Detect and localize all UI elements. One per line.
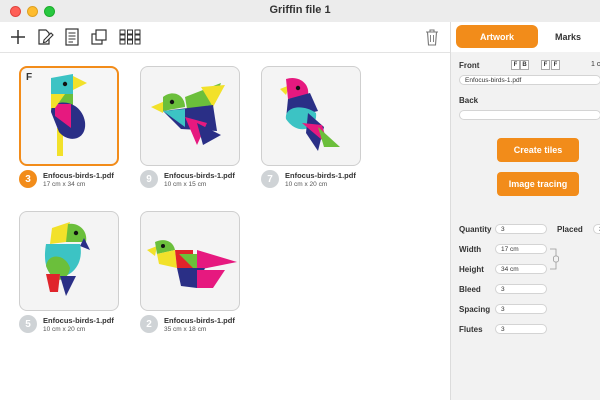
bird-artwork-image (151, 83, 225, 145)
artwork-thumbnail[interactable] (19, 211, 119, 311)
quantity-label: Quantity (459, 225, 492, 234)
quantity-badge: 2 (140, 315, 158, 333)
artwork-card[interactable]: F 3 Enfocus-birds-1.pdf 17 cm x 34 cm (19, 66, 139, 211)
artwork-card[interactable]: 7 Enfocus-birds-1.pdf 10 cm x 20 cm (261, 66, 381, 211)
artwork-size: 10 cm x 20 cm (43, 326, 86, 333)
bleed-label: Bleed (459, 285, 481, 294)
artwork-size: 10 cm x 15 cm (164, 181, 207, 188)
panel-tab-bar: Artwork Marks (451, 22, 600, 52)
artwork-size: 10 cm x 20 cm (285, 181, 328, 188)
artwork-gallery: F 3 Enfocus-birds-1.pdf 17 cm x 34 cm 9 … (0, 53, 450, 400)
flutes-field[interactable]: 3 (495, 324, 547, 334)
artwork-thumbnail[interactable] (140, 66, 240, 166)
bird-artwork-image (44, 222, 90, 296)
front-toggle-f3[interactable]: F (551, 60, 560, 70)
artwork-filename: Enfocus-birds-1.pdf (43, 171, 114, 180)
front-toggle-f[interactable]: F (511, 60, 520, 70)
artwork-filename: Enfocus-birds-1.pdf (164, 316, 235, 325)
plus-icon[interactable] (8, 27, 28, 47)
width-label: Width (459, 245, 482, 254)
flutes-label: Flutes (459, 325, 483, 334)
artwork-size: 17 cm x 34 cm (43, 181, 86, 188)
app-window: Griffin file 1 F 3 Enfocus-birds-1.pdf 1… (0, 0, 600, 400)
document-icon[interactable] (62, 27, 82, 47)
back-label: Back (459, 96, 479, 105)
front-toggle-b[interactable]: B (520, 60, 529, 70)
artwork-card[interactable]: 9 Enfocus-birds-1.pdf 10 cm x 15 cm (140, 66, 260, 211)
duplicate-icon[interactable] (89, 27, 109, 47)
artwork-thumbnail[interactable] (261, 66, 361, 166)
bird-artwork-image (51, 74, 87, 156)
artwork-thumbnail[interactable]: F (19, 66, 119, 166)
front-label: Front (459, 61, 480, 70)
artwork-size: 35 cm x 18 cm (164, 326, 207, 333)
artwork-card[interactable]: 5 Enfocus-birds-1.pdf 10 cm x 20 cm (19, 211, 139, 356)
front-toggle-f2[interactable]: F (541, 60, 550, 70)
placed-field[interactable]: 3 (593, 224, 600, 234)
quantity-field[interactable]: 3 (495, 224, 547, 234)
artwork-card[interactable]: 2 Enfocus-birds-1.pdf 35 cm x 18 cm (140, 211, 260, 356)
tab-marks[interactable]: Marks (555, 25, 600, 48)
artwork-filename: Enfocus-birds-1.pdf (164, 171, 235, 180)
height-label: Height (459, 265, 484, 274)
artwork-thumbnail[interactable] (140, 211, 240, 311)
placed-label: Placed (557, 225, 583, 234)
spacing-label: Spacing (459, 305, 491, 314)
create-tiles-button[interactable]: Create tiles (497, 138, 579, 162)
back-file-field[interactable] (459, 110, 600, 120)
tab-artwork[interactable]: Artwork (456, 25, 538, 48)
spacing-field[interactable]: 3 (495, 304, 547, 314)
title-bar: Griffin file 1 (0, 0, 600, 23)
quantity-badge: 9 (140, 170, 158, 188)
artwork-filename: Enfocus-birds-1.pdf (285, 171, 356, 180)
bird-artwork-image (280, 77, 340, 151)
window-title: Griffin file 1 (269, 4, 331, 16)
toolbar (0, 22, 450, 53)
quantity-badge: 5 (19, 315, 37, 333)
image-tracing-button[interactable]: Image tracing (497, 172, 579, 196)
quantity-badge: 7 (261, 170, 279, 188)
bleed-field[interactable]: 3 (495, 284, 547, 294)
front-extra-value: 1 c (591, 61, 600, 68)
grid-icon[interactable] (118, 27, 142, 47)
properties-panel: Artwork Marks Front F B F F 1 c Enfocus-… (450, 22, 600, 400)
quantity-badge: 3 (19, 170, 37, 188)
artwork-filename: Enfocus-birds-1.pdf (43, 316, 114, 325)
height-field[interactable]: 34 cm (495, 264, 547, 274)
link-proportions-icon[interactable] (550, 248, 560, 270)
trash-icon[interactable] (422, 27, 442, 47)
edit-icon[interactable] (35, 27, 55, 47)
bird-artwork-image (147, 240, 237, 288)
front-marker-label: F (26, 72, 33, 83)
width-field[interactable]: 17 cm (495, 244, 547, 254)
front-file-field[interactable]: Enfocus-birds-1.pdf (459, 75, 600, 85)
